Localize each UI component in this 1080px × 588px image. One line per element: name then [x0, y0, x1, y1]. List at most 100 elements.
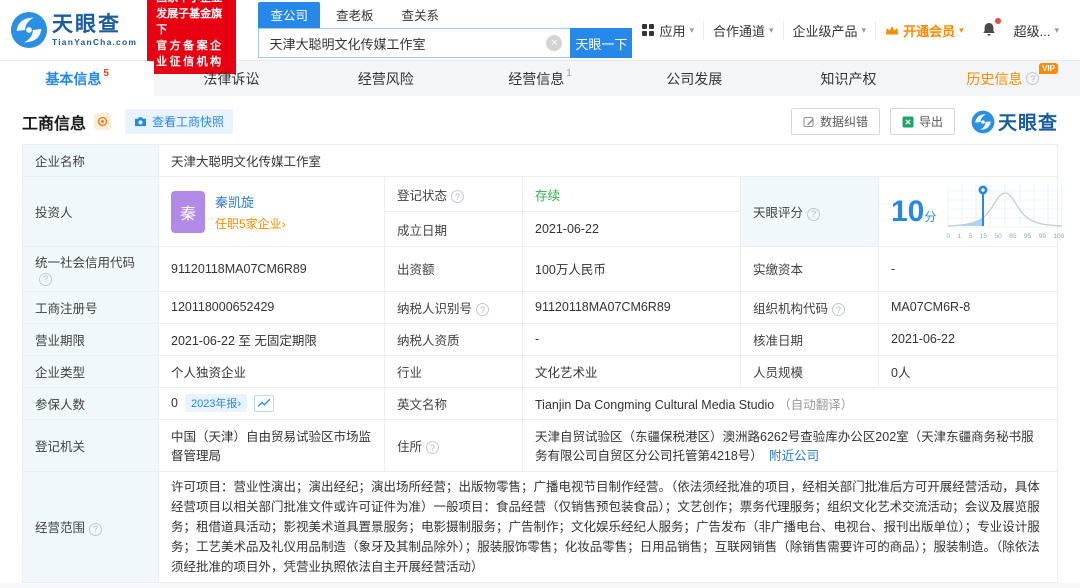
score-value: 10: [891, 194, 925, 228]
help-icon[interactable]: ?: [1026, 72, 1040, 85]
tab-operation[interactable]: 经营信息 1: [463, 61, 617, 96]
watermark-brand-text: 天眼查: [997, 113, 1058, 134]
nav-enterprise-products[interactable]: 企业级产品 ▾: [782, 20, 876, 40]
capital-value-cell: 100万人民币: [522, 246, 741, 292]
help-icon[interactable]: ?: [39, 272, 52, 286]
apps-grid-icon: [642, 24, 655, 36]
investor-positions-link[interactable]: 任职5家企业›: [215, 217, 286, 231]
tax-id-label-cell: 纳税人识别号?: [384, 290, 523, 324]
credit-code-value-cell: 91120118MA07CM6R89: [158, 246, 385, 292]
search-input[interactable]: [258, 28, 571, 58]
nav-super-vip-label: 超级...: [1013, 23, 1051, 39]
annual-report-badge[interactable]: 2023年报›: [184, 394, 248, 412]
search-tab-relation[interactable]: 查关系: [389, 2, 451, 28]
arrow-right-icon: ›: [281, 216, 286, 231]
capital-label-cell: 出资额: [384, 246, 523, 292]
score-distribution-chart: 0 1 5 15 50 85 95 99 100: [946, 183, 1064, 240]
site-logo[interactable]: 天眼查 TianYanCha.com: [10, 11, 137, 49]
investor-name-link[interactable]: 秦凯旋: [215, 192, 286, 211]
nav-open-vip[interactable]: 开通会员 ▾: [875, 20, 973, 40]
positions-text: 任职5家企业: [215, 216, 282, 231]
investor-avatar[interactable]: 秦: [171, 190, 205, 233]
company-type-label: 企业类型: [35, 365, 86, 380]
tab-history-label: 历史信息: [966, 70, 1023, 87]
table-row: 工商注册号 120118000652429 纳税人识别号? 91120118MA…: [22, 290, 1058, 324]
industry-label: 行业: [397, 365, 423, 380]
table-row: 投资人 秦 秦凯旋 任职5家企业› 登记状态? 存续 天眼评分? 10分 0 1…: [22, 176, 1064, 247]
tab-basic-info[interactable]: 基本信息 5: [0, 61, 155, 96]
capital-label: 出资额: [397, 263, 435, 278]
help-icon[interactable]: ?: [476, 303, 490, 316]
reg-status-value: 存续: [535, 188, 561, 203]
search-tab-company[interactable]: 查公司: [258, 2, 320, 28]
vip-badge: VIP: [1039, 63, 1058, 74]
help-icon[interactable]: ?: [451, 190, 465, 203]
top-header: 天眼查 TianYanCha.com 国家中小企业发展子基金旗下 官方备案企业征…: [0, 0, 1080, 74]
tab-intellectual-property[interactable]: 知识产权: [771, 61, 925, 96]
reg-status-value-cell: 存续: [522, 176, 741, 212]
business-scope-value: 许可项目：营业性演出；演出经纪；演出场所经营；出版物零售；广播电视节目制作经营。…: [171, 479, 1040, 574]
search-tab-boss[interactable]: 查老板: [324, 2, 386, 28]
tax-quality-label: 纳税人资质: [397, 333, 460, 348]
export-label: 导出: [918, 115, 943, 129]
crown-icon: [886, 25, 899, 34]
tab-history[interactable]: VIP 历史信息 ?: [926, 61, 1080, 96]
reg-number-label: 工商注册号: [35, 301, 98, 316]
english-name-value: Tianjin Da Congming Cultural Media Studi…: [535, 397, 775, 412]
tab-operation-count: 1: [566, 68, 572, 79]
company-type-value-cell: 个人独资企业: [158, 354, 385, 388]
search-button[interactable]: 天眼一下: [570, 28, 633, 58]
brand-domain: TianYanCha.com: [52, 36, 138, 47]
term-value-cell: 2021-06-22 至 无固定期限: [158, 322, 385, 356]
nav-apps-label: 应用: [659, 23, 686, 39]
export-button[interactable]: 导出: [889, 108, 955, 135]
est-date-value-cell: 2021-06-22: [522, 211, 741, 247]
help-icon[interactable]: ?: [832, 303, 846, 316]
tab-legal-label: 法律诉讼: [203, 70, 260, 87]
english-name-value-cell: Tianjin Da Congming Cultural Media Studi…: [522, 386, 1058, 420]
nav-cooperation[interactable]: 合作通道 ▾: [702, 20, 783, 40]
company-section-tabs: 基本信息 5 法律诉讼 经营风险 经营信息 1 公司发展 知识产权 VIP 历史…: [0, 60, 1080, 96]
notification-bell[interactable]: [973, 17, 1005, 40]
brand-name: 天眼查: [52, 12, 121, 36]
tab-legal[interactable]: 法律诉讼: [154, 61, 308, 96]
search-tabs: 查公司 查老板 查关系: [258, 2, 632, 28]
org-code-value-cell: MA07CM6R-8: [878, 290, 1058, 324]
score-label: 天眼评分: [753, 206, 804, 220]
help-icon[interactable]: ?: [807, 207, 821, 221]
nearby-companies-link[interactable]: 附近公司: [769, 449, 819, 463]
paid-capital-value: -: [891, 261, 896, 276]
org-code-label-cell: 组织机构代码?: [740, 290, 879, 324]
industry-value-cell: 文化艺术业: [522, 354, 741, 388]
approval-date-value-cell: 2021-06-22: [878, 322, 1058, 356]
data-correction-button[interactable]: 数据纠错: [790, 108, 880, 135]
reg-number-value: 120118000652429: [171, 300, 275, 314]
tab-basic-count: 5: [103, 68, 109, 79]
tab-risk[interactable]: 经营风险: [309, 61, 463, 96]
nav-apps[interactable]: 应用 ▾: [632, 21, 703, 40]
address-value-cell: 天津自贸试验区（东疆保税港区）澳洲路6262号查验库办公区202室（天津东疆商务…: [522, 418, 1058, 472]
auto-translate-note: （自动翻译）: [778, 397, 854, 412]
credit-code-label: 统一社会信用代码: [35, 256, 136, 270]
reg-status-label: 登记状态: [397, 188, 448, 203]
table-row: 营业期限 2021-06-22 至 无固定期限 纳税人资质 - 核准日期 202…: [22, 322, 1058, 356]
monitor-icon[interactable]: [94, 113, 112, 130]
help-icon[interactable]: ?: [426, 441, 440, 454]
business-info-header: 工商信息 查看工商快照 数据纠错 导出 天眼查: [0, 96, 1080, 144]
help-icon[interactable]: ?: [89, 522, 103, 536]
reg-authority-label-cell: 登记机关: [22, 418, 159, 472]
business-info-table: 企业名称 天津大聪明文化传媒工作室 投资人 秦 秦凯旋 任职5家企业› 登记状态…: [22, 144, 1064, 583]
insured-value: 0: [171, 396, 178, 410]
snapshot-button-label: 查看工商快照: [152, 115, 225, 129]
tab-risk-label: 经营风险: [357, 70, 414, 87]
snapshot-button[interactable]: 查看工商快照: [125, 109, 234, 134]
tianyancha-logo-icon: [10, 11, 48, 49]
trend-chart-icon[interactable]: [254, 394, 275, 412]
est-date-value: 2021-06-22: [535, 222, 599, 236]
tab-development[interactable]: 公司发展: [617, 61, 771, 96]
tab-operation-label: 经营信息: [508, 70, 565, 87]
nav-super-vip[interactable]: 超级... ▾: [1005, 21, 1068, 40]
annual-report-label: 2023年报: [190, 398, 238, 410]
industry-value: 文化艺术业: [535, 365, 598, 380]
english-name-label-cell: 英文名称: [384, 386, 523, 420]
